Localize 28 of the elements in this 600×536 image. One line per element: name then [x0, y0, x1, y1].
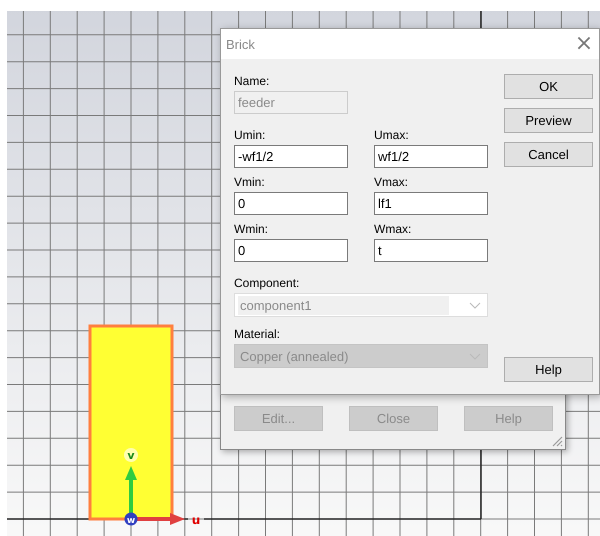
field-label: Component: — [234, 276, 300, 290]
field-label: Wmin: — [234, 222, 269, 236]
resize-grip-icon[interactable] — [551, 435, 563, 447]
input-field[interactable]: -wf1/2 — [234, 145, 348, 168]
field-label: Material: — [234, 327, 282, 341]
v-axis-arrow — [125, 466, 137, 514]
field-label: Umax: — [374, 128, 410, 142]
input-field[interactable]: lf1 — [374, 192, 488, 215]
u-axis-label: u — [192, 513, 200, 527]
dialog-button[interactable]: Help — [504, 357, 593, 382]
input-field[interactable]: wf1/2 — [374, 145, 488, 168]
field-label: Vmin: — [234, 175, 266, 189]
field-label: Wmax: — [374, 222, 412, 236]
input-field[interactable]: 0 — [234, 239, 348, 262]
field-label: Umin: — [234, 128, 266, 142]
v-axis-label: v — [127, 449, 135, 462]
dialog-button[interactable]: Cancel — [504, 142, 593, 167]
chevron-down-icon — [469, 302, 481, 308]
window-title: Brick — [226, 36, 255, 52]
dialog-button[interactable]: OK — [504, 74, 593, 99]
close-button[interactable]: × — [569, 29, 599, 59]
dialog-button[interactable]: Preview — [504, 108, 593, 133]
u-axis-arrow — [136, 513, 185, 525]
field-label: Name: — [234, 74, 270, 88]
input-field[interactable]: t — [374, 239, 488, 262]
w-axis-marker: w — [124, 512, 138, 526]
input-field[interactable]: 0 — [234, 192, 348, 215]
field-label: Vmax: — [374, 175, 410, 189]
